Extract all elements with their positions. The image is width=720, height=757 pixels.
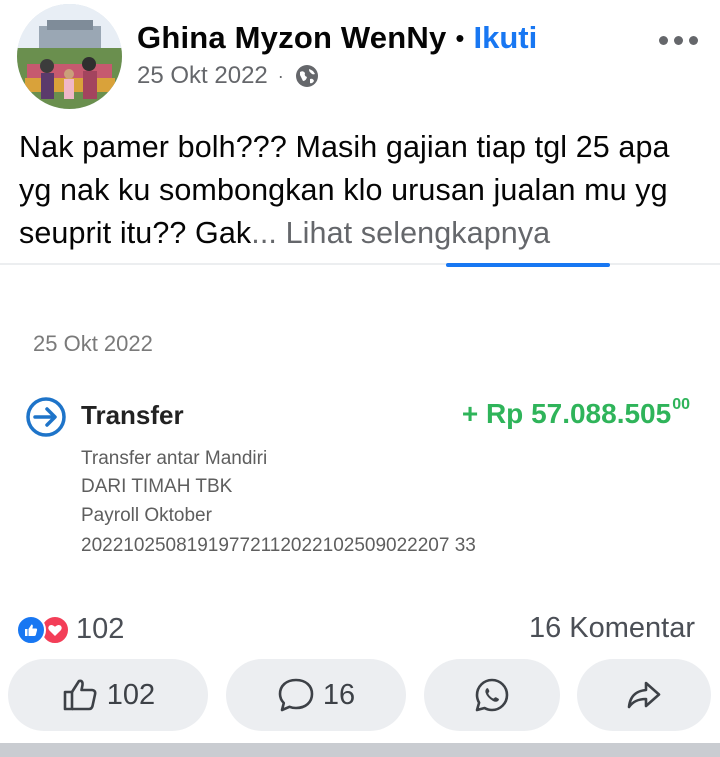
share-arrow-icon: [625, 676, 663, 714]
transfer-amount: + Rp 57.088.50500: [461, 396, 690, 430]
name-separator: •: [455, 22, 465, 53]
transfer-detail-line: DARI TIMAH TBK: [81, 476, 233, 497]
post-date[interactable]: 25 Okt 2022: [137, 62, 268, 90]
amount-cents: 00: [672, 396, 690, 413]
share-button[interactable]: [577, 659, 711, 731]
more-dot-icon: [674, 36, 683, 45]
post-text: Nak pamer bolh??? Masih gajian tiap tgl …: [19, 126, 709, 255]
transfer-detail-line: Transfer antar Mandiri: [81, 448, 268, 469]
whatsapp-share-button[interactable]: [424, 659, 560, 731]
more-dot-icon: [659, 36, 668, 45]
globe-icon: [294, 63, 320, 89]
whatsapp-icon: [473, 676, 511, 714]
feed-separator: [0, 743, 720, 757]
comment-bubble-icon: [277, 676, 315, 714]
reaction-count: 102: [76, 613, 125, 645]
see-more-link[interactable]: Lihat selengkapnya: [286, 216, 551, 250]
media-divider: [0, 263, 720, 265]
follow-button[interactable]: Ikuti: [474, 20, 538, 56]
receipt-date: 25 Okt 2022: [33, 331, 153, 356]
transfer-reference: 20221025081919772112022102509022207 33: [81, 535, 476, 556]
more-options-button[interactable]: [659, 36, 698, 45]
like-button[interactable]: 102: [8, 659, 208, 731]
like-reaction-icon: [16, 614, 46, 645]
transfer-detail-line: Payroll Oktober: [81, 505, 212, 526]
reactions-summary[interactable]: 102: [16, 613, 124, 646]
comment-count: 16: [322, 678, 356, 711]
post-header: Ghina Myzon WenNy • Ikuti 25 Okt 2022 ·: [0, 0, 720, 110]
action-bar: 102 16: [0, 659, 720, 731]
author-avatar[interactable]: [17, 4, 122, 109]
author-name[interactable]: Ghina Myzon WenNy: [137, 20, 446, 56]
thumbs-up-icon: [61, 676, 99, 714]
transfer-arrow-icon: [25, 396, 67, 438]
more-dot-icon: [689, 36, 698, 45]
amount-main: + Rp 57.088.505: [461, 398, 672, 429]
comment-button[interactable]: 16: [226, 659, 406, 731]
text-ellipsis: ...: [251, 216, 278, 250]
post-image-receipt[interactable]: 25 Okt 2022 Transfer + Rp 57.088.50500 T…: [0, 267, 720, 597]
transfer-title: Transfer: [81, 400, 184, 430]
like-count: 102: [106, 678, 156, 711]
comments-count-link[interactable]: 16 Komentar: [529, 612, 695, 645]
meta-separator: ·: [277, 65, 284, 86]
